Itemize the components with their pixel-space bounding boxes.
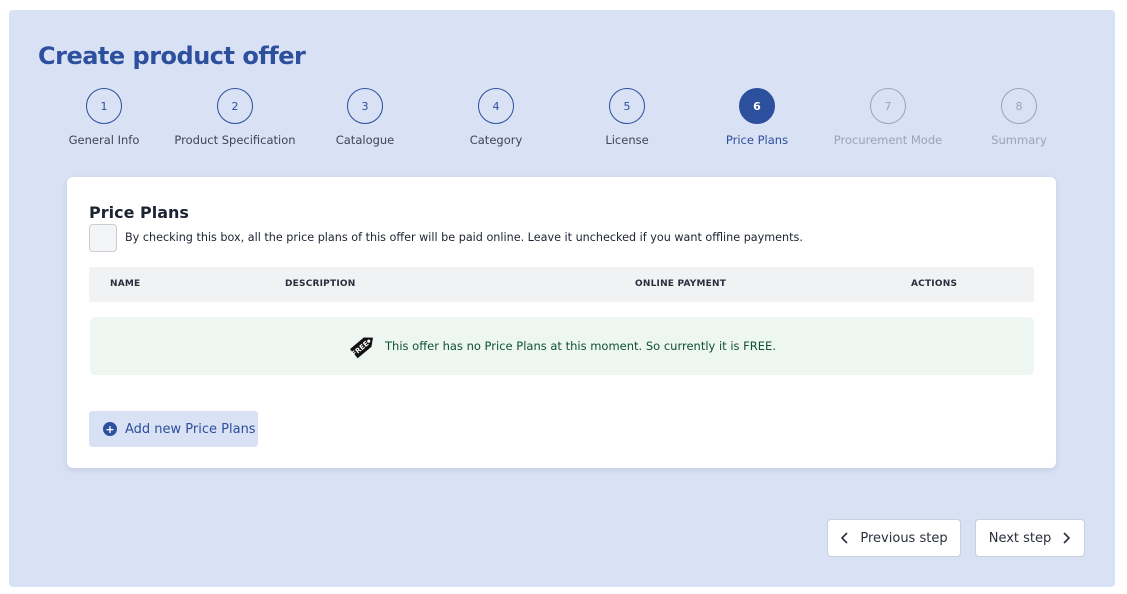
step-catalogue[interactable]: 3 Catalogue (290, 88, 440, 147)
online-payment-checkbox[interactable] (89, 224, 117, 252)
column-header-actions: ACTIONS (911, 279, 958, 289)
step-number: 7 (870, 88, 906, 124)
step-number: 1 (86, 88, 122, 124)
chevron-left-icon (840, 532, 850, 544)
online-payment-checkbox-label: By checking this box, all the price plan… (125, 231, 803, 244)
previous-step-label: Previous step (860, 530, 948, 546)
empty-price-plans-notice: FREE This offer has no Price Plans at th… (90, 317, 1034, 375)
price-plans-table-header: NAME DESCRIPTION ONLINE PAYMENT ACTIONS (89, 267, 1034, 302)
page-frame: Create product offer 1 General Info 2 Pr… (9, 10, 1115, 587)
card-title: Price Plans (89, 203, 189, 222)
step-number: 6 (739, 88, 775, 124)
step-category[interactable]: 4 Category (421, 88, 571, 147)
step-label: Product Specification (174, 133, 296, 147)
column-header-description: DESCRIPTION (285, 279, 356, 289)
add-price-plan-button[interactable]: + Add new Price Plans (89, 411, 258, 447)
step-label: Summary (991, 133, 1047, 147)
step-procurement-mode: 7 Procurement Mode (813, 88, 963, 147)
step-summary: 8 Summary (944, 88, 1094, 147)
step-product-specification[interactable]: 2 Product Specification (160, 88, 310, 147)
step-license[interactable]: 5 License (552, 88, 702, 147)
step-price-plans[interactable]: 6 Price Plans (682, 88, 832, 147)
empty-notice-text: This offer has no Price Plans at this mo… (385, 339, 776, 353)
step-number: 3 (347, 88, 383, 124)
step-label: License (605, 133, 649, 147)
column-header-name: NAME (110, 279, 141, 289)
step-number: 2 (217, 88, 253, 124)
stepper: 1 General Info 2 Product Specification 3… (9, 88, 1115, 158)
next-step-button[interactable]: Next step (975, 519, 1085, 557)
step-label: General Info (68, 133, 140, 147)
step-label: Price Plans (725, 133, 789, 147)
step-number: 8 (1001, 88, 1037, 124)
step-general-info[interactable]: 1 General Info (29, 88, 179, 147)
previous-step-button[interactable]: Previous step (827, 519, 961, 557)
page-title: Create product offer (38, 42, 306, 70)
column-header-online-payment: ONLINE PAYMENT (635, 279, 727, 289)
free-tag-icon: FREE (348, 331, 378, 361)
plus-circle-icon: + (103, 422, 117, 436)
chevron-right-icon (1061, 532, 1071, 544)
price-plans-card: Price Plans By checking this box, all th… (67, 177, 1056, 468)
step-number: 4 (478, 88, 514, 124)
step-number: 5 (609, 88, 645, 124)
add-price-plan-label: Add new Price Plans (125, 421, 256, 437)
next-step-label: Next step (988, 530, 1052, 546)
step-label: Procurement Mode (833, 133, 943, 147)
step-label: Category (469, 133, 523, 147)
step-label: Catalogue (335, 133, 395, 147)
